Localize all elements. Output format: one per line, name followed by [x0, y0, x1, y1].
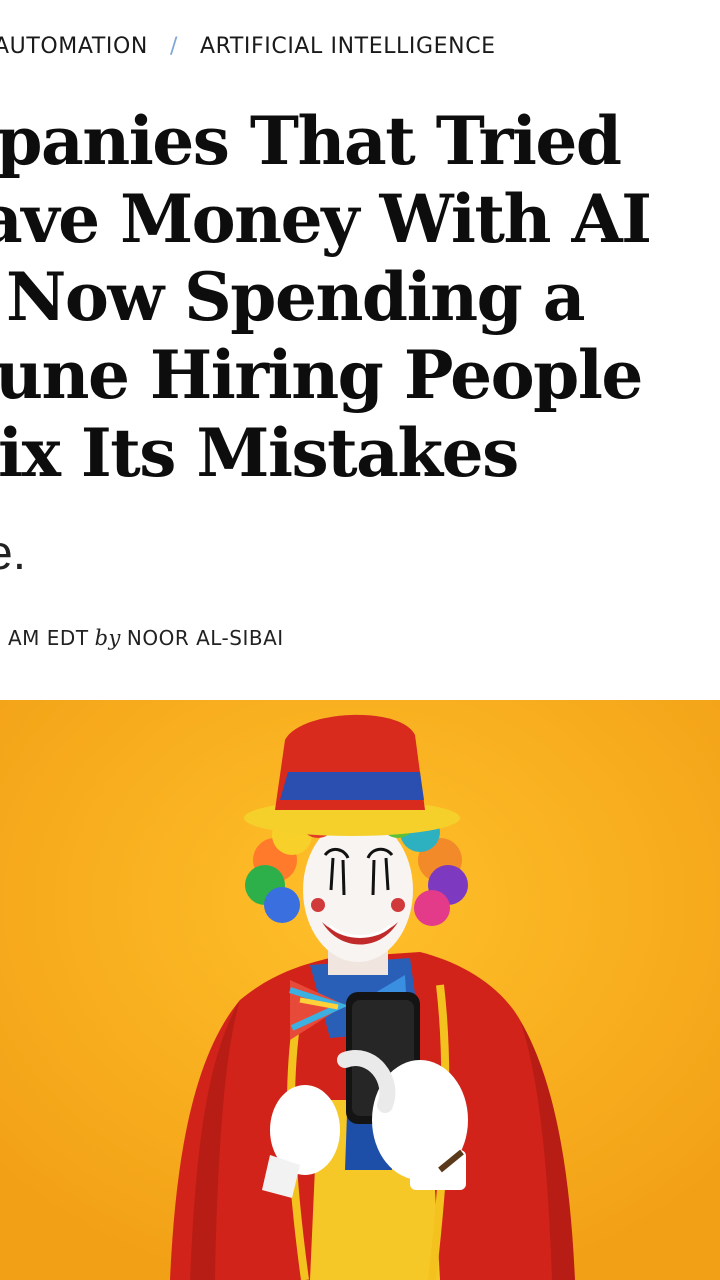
headline-line-4: tune Hiring People [0, 336, 643, 414]
headline-line-3: Now Spending a [6, 258, 586, 336]
hero-image [0, 700, 720, 1280]
breadcrumb-link-artificial-intelligence[interactable]: ARTIFICIAL INTELLIGENCE [200, 34, 496, 59]
headline-line-1: mpanies That Tried [0, 102, 622, 180]
breadcrumb-link-automation[interactable]: AUTOMATION [0, 34, 148, 59]
author-link[interactable]: NOOR AL-SIBAI [127, 626, 284, 650]
breadcrumb: AUTOMATION / ARTIFICIAL INTELLIGENCE [0, 30, 496, 62]
article-dek: e. [0, 527, 27, 580]
headline-line-5: ix Its Mistakes [0, 414, 519, 492]
headline-line-2: ave Money With AI [0, 180, 652, 258]
publish-time: AM EDT [8, 626, 89, 650]
byline-by: by [94, 626, 121, 650]
byline: AM EDT by NOOR AL-SIBAI [8, 626, 284, 654]
clown-illustration [0, 700, 720, 1280]
article-headline: mpanies That Tried ave Money With AI Now… [0, 102, 720, 492]
breadcrumb-separator: / [169, 33, 178, 59]
